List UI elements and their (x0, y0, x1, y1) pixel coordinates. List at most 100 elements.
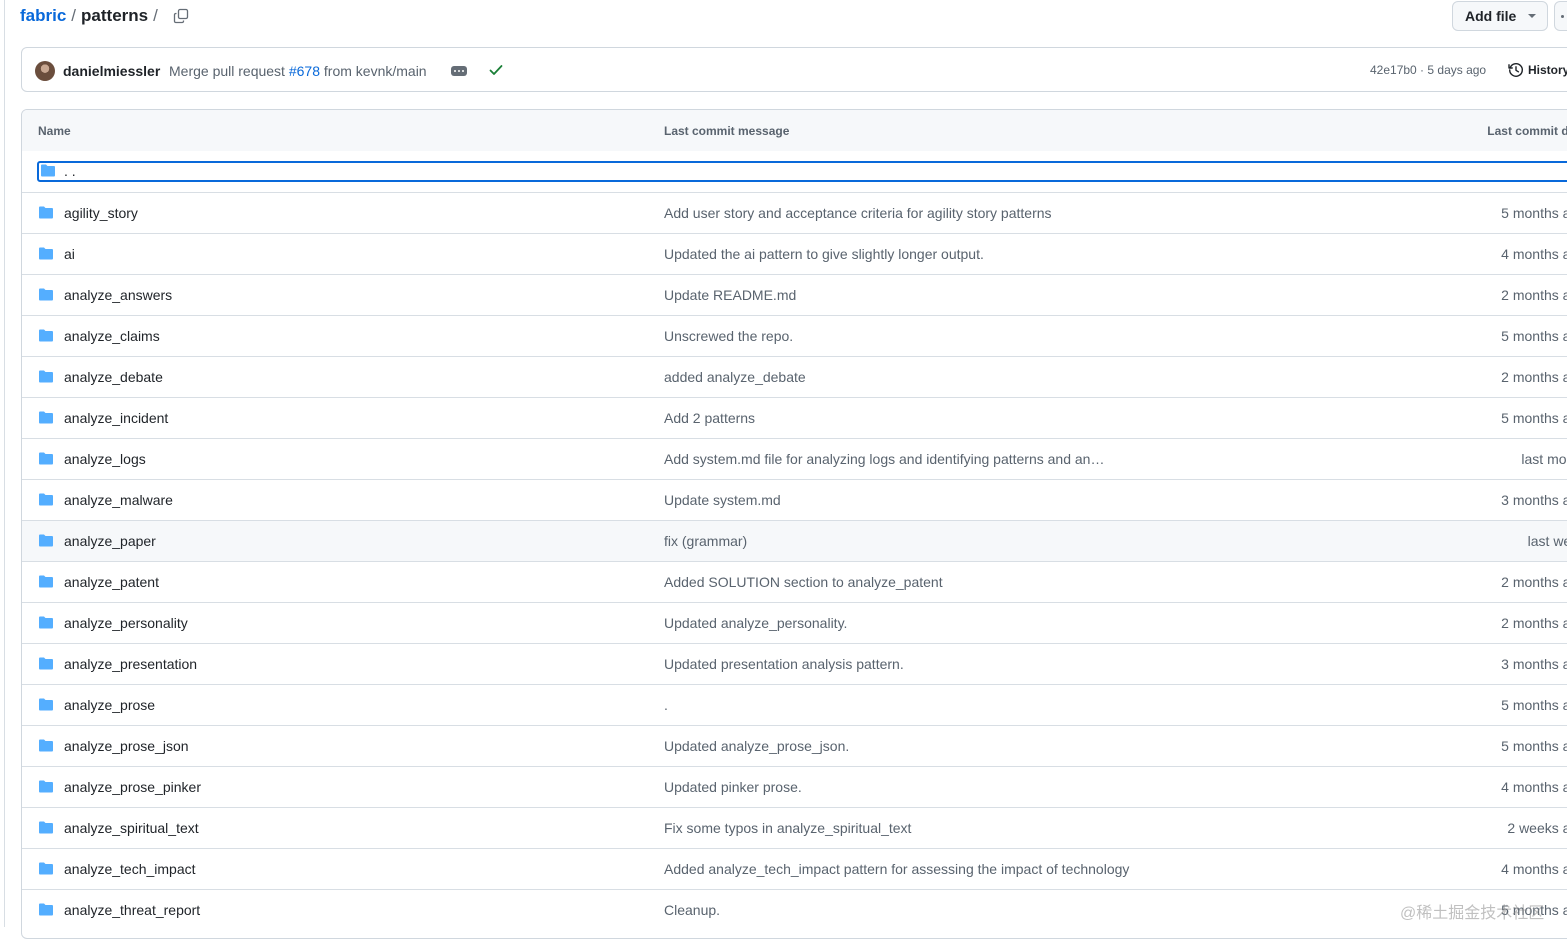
commit-date: 4 months ago (1501, 861, 1567, 877)
folder-name-link[interactable]: analyze_incident (64, 410, 168, 426)
breadcrumb-repo-link[interactable]: fabric (20, 6, 66, 26)
commit-author-link[interactable]: danielmiessler (63, 63, 160, 79)
commit-message-link[interactable]: Add system.md file for analyzing logs an… (664, 451, 1104, 467)
folder-name-link[interactable]: ai (64, 246, 75, 262)
table-row[interactable]: analyze_paper fix (grammar) last week (22, 520, 1567, 561)
breadcrumb-separator: / (71, 6, 77, 25)
commit-message-link[interactable]: Updated pinker prose. (664, 779, 802, 795)
commit-date: 2 months ago (1501, 287, 1567, 303)
folder-icon (39, 862, 53, 875)
commit-date: last month (1521, 451, 1567, 467)
table-row[interactable]: analyze_logs Add system.md file for analy… (22, 438, 1567, 479)
commit-message-link[interactable]: Add 2 patterns (664, 410, 755, 426)
table-row[interactable]: analyze_personality Updated analyze_perso… (22, 602, 1567, 643)
folder-name-link[interactable]: analyze_malware (64, 492, 173, 508)
folder-name-link[interactable]: analyze_patent (64, 574, 159, 590)
table-row[interactable]: analyze_answers Update README.md 2 months … (22, 274, 1567, 315)
commit-message: Merge pull request #678 from kevnk/main (169, 63, 427, 79)
table-row[interactable]: analyze_tech_impact Added analyze_tech_im… (22, 848, 1567, 889)
table-row[interactable]: analyze_incident Add 2 patterns 5 months a… (22, 397, 1567, 438)
folder-name-link[interactable]: analyze_logs (64, 451, 146, 467)
latest-commit-bar: danielmiessler Merge pull request #678 f… (21, 47, 1567, 92)
folder-icon (39, 206, 53, 219)
table-row[interactable]: analyze_claims Unscrewed the repo. 5 month… (22, 315, 1567, 356)
commit-message-link[interactable]: Updated analyze_prose_json. (664, 738, 849, 754)
commit-message-link[interactable]: Unscrewed the repo. (664, 328, 793, 344)
pull-request-link[interactable]: #678 (289, 63, 320, 79)
kebab-icon (1561, 15, 1564, 18)
table-row[interactable]: analyze_prose_pinker Updated pinker prose… (22, 766, 1567, 807)
breadcrumb-trailing-separator: / (153, 6, 158, 25)
breadcrumb-current-folder: patterns (81, 6, 149, 25)
commit-message-suffix: from kevnk/main (320, 63, 427, 79)
commit-date: 2 months ago (1501, 615, 1567, 631)
table-row[interactable]: analyze_presentation Updated presentation… (22, 643, 1567, 684)
table-row[interactable]: analyze_malware Update system.md 3 months … (22, 479, 1567, 520)
folder-name-link[interactable]: analyze_debate (64, 369, 163, 385)
commit-date: 3 months ago (1501, 492, 1567, 508)
breadcrumb: fabric / patterns / (20, 4, 189, 28)
commit-message-link[interactable]: added analyze_debate (664, 369, 806, 385)
folder-name-link[interactable]: analyze_prose (64, 697, 155, 713)
commit-message-link[interactable]: Cleanup. (664, 902, 720, 918)
copy-path-icon[interactable] (173, 8, 189, 24)
commit-message-link[interactable]: Updated the ai pattern to give slightly … (664, 246, 984, 262)
parent-directory-link[interactable]: . . (64, 163, 76, 179)
commit-message-link[interactable]: Updated presentation analysis pattern. (664, 656, 904, 672)
folder-icon (39, 411, 53, 424)
more-options-button[interactable] (1554, 1, 1567, 31)
folder-name-link[interactable]: analyze_threat_report (64, 902, 200, 918)
folder-name-link[interactable]: agility_story (64, 205, 138, 221)
left-border (4, 0, 5, 927)
folder-name-link[interactable]: analyze_personality (64, 615, 188, 631)
commit-date: 5 months ago (1501, 697, 1567, 713)
commit-message-link[interactable]: fix (grammar) (664, 533, 747, 549)
table-row[interactable]: analyze_threat_reportCleanup.5 months ag… (22, 889, 1567, 930)
folder-name-link[interactable]: analyze_prose_pinker (64, 779, 201, 795)
commit-message-link[interactable]: Update system.md (664, 492, 781, 508)
commit-date: 4 months ago (1501, 779, 1567, 795)
folder-name-link[interactable]: analyze_prose_json (64, 738, 189, 754)
commit-sha-time[interactable]: 42e17b0 · 5 days ago (1370, 63, 1486, 77)
history-icon[interactable] (1508, 62, 1524, 78)
folder-name-link[interactable]: analyze_paper (64, 533, 156, 549)
check-icon[interactable] (488, 62, 504, 78)
commit-message-link[interactable]: Updated analyze_personality. (664, 615, 847, 631)
folder-name-link[interactable]: analyze_spiritual_text (64, 820, 199, 836)
folder-icon (39, 657, 53, 670)
commit-message-link[interactable]: Add user story and acceptance criteria f… (664, 205, 1052, 221)
add-file-button[interactable]: Add file (1452, 1, 1548, 31)
table-row[interactable]: analyze_prose. 5 months ago (22, 684, 1567, 725)
folder-name-link[interactable]: analyze_tech_impact (64, 861, 196, 877)
parent-directory-row[interactable]: . . (22, 151, 1567, 192)
folder-icon (39, 739, 53, 752)
folder-name-link[interactable]: analyze_answers (64, 287, 172, 303)
commit-date: 4 months ago (1501, 246, 1567, 262)
commit-date: 3 months ago (1501, 656, 1567, 672)
table-row[interactable]: ai Updated the ai pattern to give slightl… (22, 233, 1567, 274)
commit-date: last week (1527, 533, 1567, 549)
commit-message-link[interactable]: Update README.md (664, 287, 796, 303)
folder-name-link[interactable]: analyze_presentation (64, 656, 197, 672)
expand-commit-ellipsis-icon[interactable] (451, 66, 467, 76)
commit-message-link[interactable]: . (664, 697, 668, 713)
focus-outline (37, 161, 1567, 182)
table-row[interactable]: analyze_patent Added SOLUTION section to … (22, 561, 1567, 602)
author-avatar[interactable] (35, 61, 55, 81)
table-row[interactable]: agility_story Add user story and acceptan… (22, 192, 1567, 233)
commit-message-link[interactable]: Added analyze_tech_impact pattern for as… (664, 861, 1129, 877)
table-row[interactable]: analyze_prose_json Updated analyze_prose_… (22, 725, 1567, 766)
folder-icon (39, 452, 53, 465)
table-row[interactable]: analyze_spiritual_text Fix some typos in … (22, 807, 1567, 848)
folder-icon (39, 821, 53, 834)
table-row[interactable]: analyze_debate added analyze_debate 2 mont… (22, 356, 1567, 397)
commit-date: 2 months ago (1501, 369, 1567, 385)
commit-message-link[interactable]: Fix some typos in analyze_spiritual_text (664, 820, 911, 836)
folder-icon (39, 780, 53, 793)
history-link[interactable]: History (1528, 63, 1567, 77)
column-header-message: Last commit message (664, 124, 790, 138)
folder-name-link[interactable]: analyze_claims (64, 328, 160, 344)
commit-message-prefix: Merge pull request (169, 63, 289, 79)
commit-message-link[interactable]: Added SOLUTION section to analyze_patent (664, 574, 943, 590)
column-header-date: Last commit date (1487, 124, 1567, 138)
